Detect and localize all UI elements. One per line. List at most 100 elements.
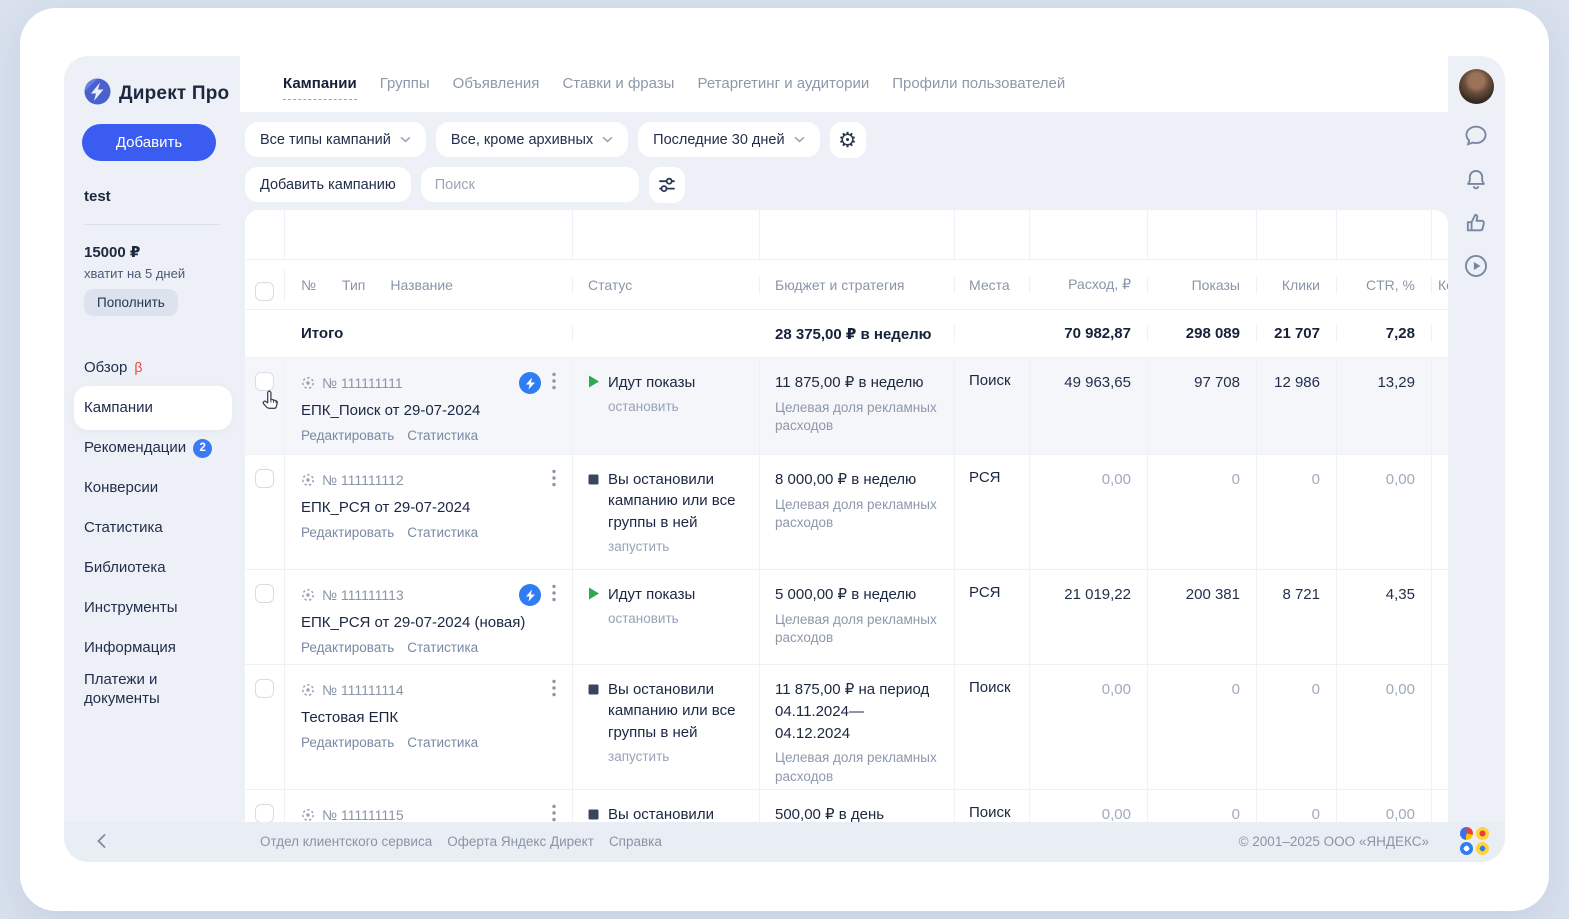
campaign-number: № 111111113	[322, 587, 404, 603]
campaign-name[interactable]: ЕПК_РСЯ от 29-07-2024 (новая)	[301, 614, 564, 631]
totals-label: Итого	[285, 325, 573, 342]
status-action-link[interactable]: остановить	[608, 399, 747, 414]
gear-icon: ⚙	[838, 130, 857, 151]
archive-filter-dropdown[interactable]: Все, кроме архивных	[436, 122, 628, 157]
campaign-name[interactable]: ЕПК_РСЯ от 29-07-2024	[301, 499, 564, 516]
search-input[interactable]	[421, 167, 639, 202]
sidebar-item-information[interactable]: Информация	[64, 628, 240, 668]
row-menu-icon[interactable]	[548, 468, 560, 492]
sidebar-item-recommendations[interactable]: Рекомендации 2	[64, 428, 240, 468]
sidebar-item-tools[interactable]: Инструменты	[64, 588, 240, 628]
column-header-status[interactable]: Статус	[573, 277, 760, 293]
thumbs-up-icon[interactable]	[1462, 209, 1490, 237]
status-action-link[interactable]: остановить	[608, 611, 747, 626]
campaigns-table: № Тип Название Статус Бюджет и стратегия…	[245, 210, 1448, 822]
collapse-sidebar-chevron[interactable]	[90, 830, 112, 852]
row-menu-icon[interactable]	[548, 583, 560, 607]
tab-user-profiles[interactable]: Профили пользователей	[892, 75, 1065, 100]
tab-bids-phrases[interactable]: Ставки и фразы	[562, 75, 674, 100]
column-header-ctr[interactable]: CTR, %	[1337, 277, 1432, 293]
column-header-clicks[interactable]: Клики	[1257, 277, 1337, 293]
row-menu-icon[interactable]	[548, 371, 560, 395]
statistics-link[interactable]: Статистика	[407, 525, 478, 540]
footer-link-help[interactable]: Справка	[609, 834, 662, 849]
budget-strategy-note: Целевая доля рекламных расходов	[775, 399, 938, 436]
edit-link[interactable]: Редактировать	[301, 640, 394, 655]
edit-link[interactable]: Редактировать	[301, 735, 394, 750]
direct-pro-logo-icon	[84, 78, 111, 110]
advanced-filter-button[interactable]	[649, 167, 685, 203]
sidebar-item-overview[interactable]: Обзор β	[64, 348, 240, 388]
shows-value: 0	[1148, 455, 1257, 569]
statistics-link[interactable]: Статистика	[407, 428, 478, 443]
sidebar-divider	[84, 224, 220, 225]
budget-strategy-note: Целевая доля рекламных расходов	[775, 749, 938, 786]
column-header-number[interactable]: №	[301, 277, 316, 293]
row-checkbox[interactable]	[255, 469, 274, 488]
boost-bolt-badge[interactable]	[519, 372, 541, 394]
edit-link[interactable]: Редактировать	[301, 428, 394, 443]
tab-groups[interactable]: Группы	[380, 75, 430, 100]
account-name: test	[84, 188, 111, 205]
table-row: № 111111115 Вы остановили кампанию или в…	[245, 790, 1448, 822]
chevron-down-icon	[400, 136, 411, 143]
edit-link[interactable]: Редактировать	[301, 525, 394, 540]
column-header-spend[interactable]: Расход, ₽	[1030, 276, 1148, 293]
sidebar-item-conversions[interactable]: Конверсии	[64, 468, 240, 508]
app-title: Директ Про	[119, 83, 229, 105]
column-header-name[interactable]: Название	[390, 277, 453, 293]
column-header-places[interactable]: Места	[955, 277, 1030, 293]
ctr-value: 4,35	[1337, 570, 1432, 664]
tab-ads[interactable]: Объявления	[453, 75, 540, 100]
row-checkbox[interactable]	[255, 584, 274, 603]
play-video-icon[interactable]	[1462, 252, 1490, 280]
notifications-bell-icon[interactable]	[1462, 166, 1490, 194]
shows-value: 0	[1148, 790, 1257, 822]
status-action-link[interactable]: запустить	[608, 749, 747, 764]
campaign-name[interactable]: ЕПК_Поиск от 29-07-2024	[301, 402, 564, 419]
spend-value: 0,00	[1030, 665, 1148, 789]
period-dropdown[interactable]: Последние 30 дней	[638, 122, 819, 157]
tab-campaigns[interactable]: Кампании	[283, 75, 357, 100]
footer-link-offer[interactable]: Оферта Яндекс Директ	[447, 834, 594, 849]
topup-button[interactable]: Пополнить	[84, 289, 178, 316]
statistics-link[interactable]: Статистика	[407, 735, 478, 750]
row-checkbox[interactable]	[255, 679, 274, 698]
table-row: № 111111112 ЕПК_РСЯ от 29-07-2024 Редакт…	[245, 455, 1448, 570]
sidebar-item-library[interactable]: Библиотека	[64, 548, 240, 588]
sidebar-item-payments[interactable]: Платежи и документы	[64, 668, 240, 724]
select-all-checkbox[interactable]	[255, 282, 274, 301]
status-action-link[interactable]: запустить	[608, 539, 747, 554]
add-button[interactable]: Добавить	[82, 124, 216, 161]
column-header-budget[interactable]: Бюджет и стратегия	[760, 277, 955, 293]
sidebar-item-statistics[interactable]: Статистика	[64, 508, 240, 548]
balance-amount: 15000 ₽	[84, 243, 140, 261]
avatar[interactable]	[1459, 69, 1494, 104]
sidebar-item-campaigns[interactable]: Кампании	[64, 388, 240, 428]
places-value: Поиск	[955, 790, 1030, 822]
boost-bolt-badge[interactable]	[519, 584, 541, 606]
campaign-name[interactable]: Тестовая ЕПК	[301, 709, 564, 726]
yandex-services-widget[interactable]	[1460, 827, 1490, 855]
row-checkbox[interactable]	[255, 804, 274, 822]
column-header-conversions-clipped[interactable]: Ко	[1432, 277, 1448, 293]
logo: Директ Про	[84, 78, 229, 110]
tab-retargeting[interactable]: Ретаргетинг и аудитории	[697, 75, 869, 100]
clicks-value: 12 986	[1257, 358, 1337, 454]
row-checkbox[interactable]	[255, 372, 274, 391]
campaign-type-dropdown[interactable]: Все типы кампаний	[245, 122, 426, 157]
balance-note: хватит на 5 дней	[84, 266, 185, 281]
status-text: Вы остановили кампанию или все группы в …	[608, 804, 747, 822]
statistics-link[interactable]: Статистика	[407, 640, 478, 655]
column-header-type[interactable]: Тип	[342, 277, 365, 293]
chat-icon[interactable]	[1462, 122, 1490, 150]
spend-value: 0,00	[1030, 790, 1148, 822]
footer: Отдел клиентского сервиса Оферта Яндекс …	[64, 822, 1505, 862]
campaign-number: № 111111111	[322, 375, 403, 391]
footer-link-support[interactable]: Отдел клиентского сервиса	[260, 834, 432, 849]
add-campaign-button[interactable]: Добавить кампанию	[245, 167, 411, 202]
row-menu-icon[interactable]	[548, 678, 560, 702]
row-menu-icon[interactable]	[548, 803, 560, 822]
column-header-shows[interactable]: Показы	[1148, 277, 1257, 293]
settings-gear-button[interactable]: ⚙	[830, 122, 866, 158]
